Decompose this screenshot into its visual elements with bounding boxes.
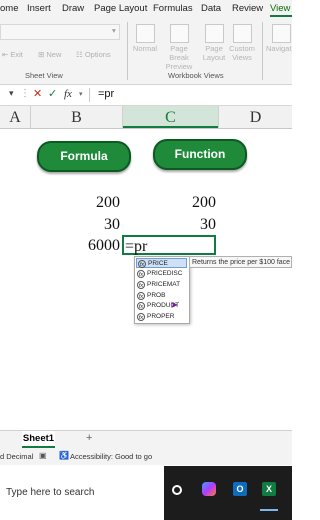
chevron-down-icon: ▾ <box>79 91 83 98</box>
sheet-view-dropdown[interactable] <box>0 24 120 40</box>
tab-formulas[interactable]: Formulas <box>153 3 193 14</box>
navigation-button[interactable]: Navigat <box>266 44 296 53</box>
autocomplete-item-pricemat[interactable]: fx PRICEMAT <box>136 280 187 290</box>
autocomplete-item-proper[interactable]: fx PROPER <box>136 312 187 322</box>
accessibility-status[interactable]: Accessibility: Good to go <box>70 452 152 461</box>
insert-function-button[interactable]: fx <box>64 88 72 100</box>
active-cell-editor[interactable]: =pr <box>122 235 216 255</box>
sheet-tab-sheet1[interactable]: Sheet1 <box>22 431 55 448</box>
function-autocomplete-list: fx PRICE fx PRICEDISC fx PRICEMAT fx PROB fx… <box>134 256 190 324</box>
page-layout-view-button[interactable]: Page Layout <box>201 44 227 62</box>
ribbon-panel: ▾ ⇤ Exit ⊞ New ☷ Options Sheet View Norm… <box>0 18 292 85</box>
autocomplete-item-pricedisc[interactable]: fx PRICEDISC <box>136 269 187 279</box>
formula-bar-divider <box>89 88 90 102</box>
workbook-views-group-label: Workbook Views <box>168 71 224 80</box>
tab-data[interactable]: Data <box>201 3 221 14</box>
normal-view-icon <box>136 24 155 43</box>
outlook-icon[interactable]: O <box>233 482 247 496</box>
ribbon-divider <box>127 22 128 80</box>
options-button[interactable]: ☷ Options <box>76 50 111 59</box>
column-header-d[interactable]: D <box>219 106 292 128</box>
ribbon-tab-bar: ome Insert Draw Page Layout Formulas Dat… <box>0 0 292 18</box>
name-box-dropdown-icon[interactable]: ▾ <box>9 88 14 99</box>
new-button[interactable]: ⊞ New <box>38 50 61 59</box>
cancel-icon[interactable]: ✕ <box>33 87 42 100</box>
column-header-row: A B C D <box>0 106 292 129</box>
excel-taskbar-icon[interactable]: X <box>262 482 276 496</box>
status-bar: d Decimal ▣ ♿ Accessibility: Good to go <box>0 449 292 465</box>
more-options-icon[interactable]: ⋮ <box>20 88 30 99</box>
active-tab-indicator <box>270 15 292 17</box>
column-header-b[interactable]: B <box>31 106 122 128</box>
tab-home[interactable]: ome <box>0 3 18 14</box>
custom-views-button[interactable]: Custom Views <box>227 44 257 62</box>
sheet-tab-bar: Sheet1 + <box>0 430 292 449</box>
page-layout-icon <box>205 24 224 43</box>
taskbar-search-box[interactable]: Type here to search <box>0 466 164 520</box>
formula-bar: ▾ ⋮ ✕ ✓ fx ▾ =pr <box>0 85 292 106</box>
function-icon: fx <box>137 270 145 278</box>
cell-c-row2[interactable]: 30 <box>156 216 216 234</box>
column-header-c[interactable]: C <box>123 106 218 128</box>
copilot-icon[interactable] <box>202 482 216 496</box>
exit-button[interactable]: ⇤ Exit <box>2 50 23 59</box>
enter-icon[interactable]: ✓ <box>48 87 57 100</box>
function-icon: fx <box>137 281 145 289</box>
tab-review[interactable]: Review <box>232 3 263 14</box>
chevron-down-icon: ▾ <box>112 26 116 35</box>
add-sheet-button[interactable]: + <box>86 432 92 444</box>
mouse-cursor-icon: ➤ <box>170 300 179 311</box>
cell-b-row1[interactable]: 200 <box>60 194 120 212</box>
windows-taskbar: Type here to search O X <box>0 466 292 520</box>
task-view-icon[interactable] <box>172 485 182 495</box>
function-icon: fx <box>137 313 145 321</box>
active-app-indicator <box>260 509 278 511</box>
autocomplete-item-price[interactable]: fx PRICE <box>136 258 187 268</box>
page-break-preview-button[interactable]: Page Break Preview <box>160 44 198 71</box>
function-button[interactable]: Function <box>153 139 247 170</box>
status-fixed-decimal: d Decimal <box>0 452 34 461</box>
function-icon: fx <box>137 292 145 300</box>
accessibility-icon[interactable]: ♿ <box>59 451 69 460</box>
column-header-a[interactable]: A <box>0 106 30 128</box>
navigation-icon <box>272 24 291 43</box>
formula-button[interactable]: Formula <box>37 141 131 172</box>
function-tooltip: Returns the price per $100 face <box>189 256 292 268</box>
macro-record-icon[interactable]: ▣ <box>39 451 47 460</box>
autocomplete-item-prob[interactable]: fx PROB <box>136 291 187 301</box>
cell-b-row3[interactable]: 6000 <box>60 237 120 255</box>
tab-page-layout[interactable]: Page Layout <box>94 3 147 14</box>
sheet-view-group-label: Sheet View <box>25 71 63 80</box>
tab-draw[interactable]: Draw <box>62 3 84 14</box>
tab-view[interactable]: View <box>270 3 290 14</box>
tab-insert[interactable]: Insert <box>27 3 51 14</box>
function-icon: fx <box>137 302 145 310</box>
formula-input[interactable]: =pr <box>98 88 114 100</box>
page-break-icon <box>170 24 189 43</box>
ribbon-divider <box>262 22 263 80</box>
function-icon: fx <box>138 260 146 268</box>
cell-c-row1[interactable]: 200 <box>156 194 216 212</box>
autocomplete-item-product[interactable]: fx PRODUCT <box>136 301 187 311</box>
cell-b-row2[interactable]: 30 <box>60 216 120 234</box>
normal-view-button[interactable]: Normal <box>130 44 160 53</box>
custom-views-icon <box>233 24 252 43</box>
